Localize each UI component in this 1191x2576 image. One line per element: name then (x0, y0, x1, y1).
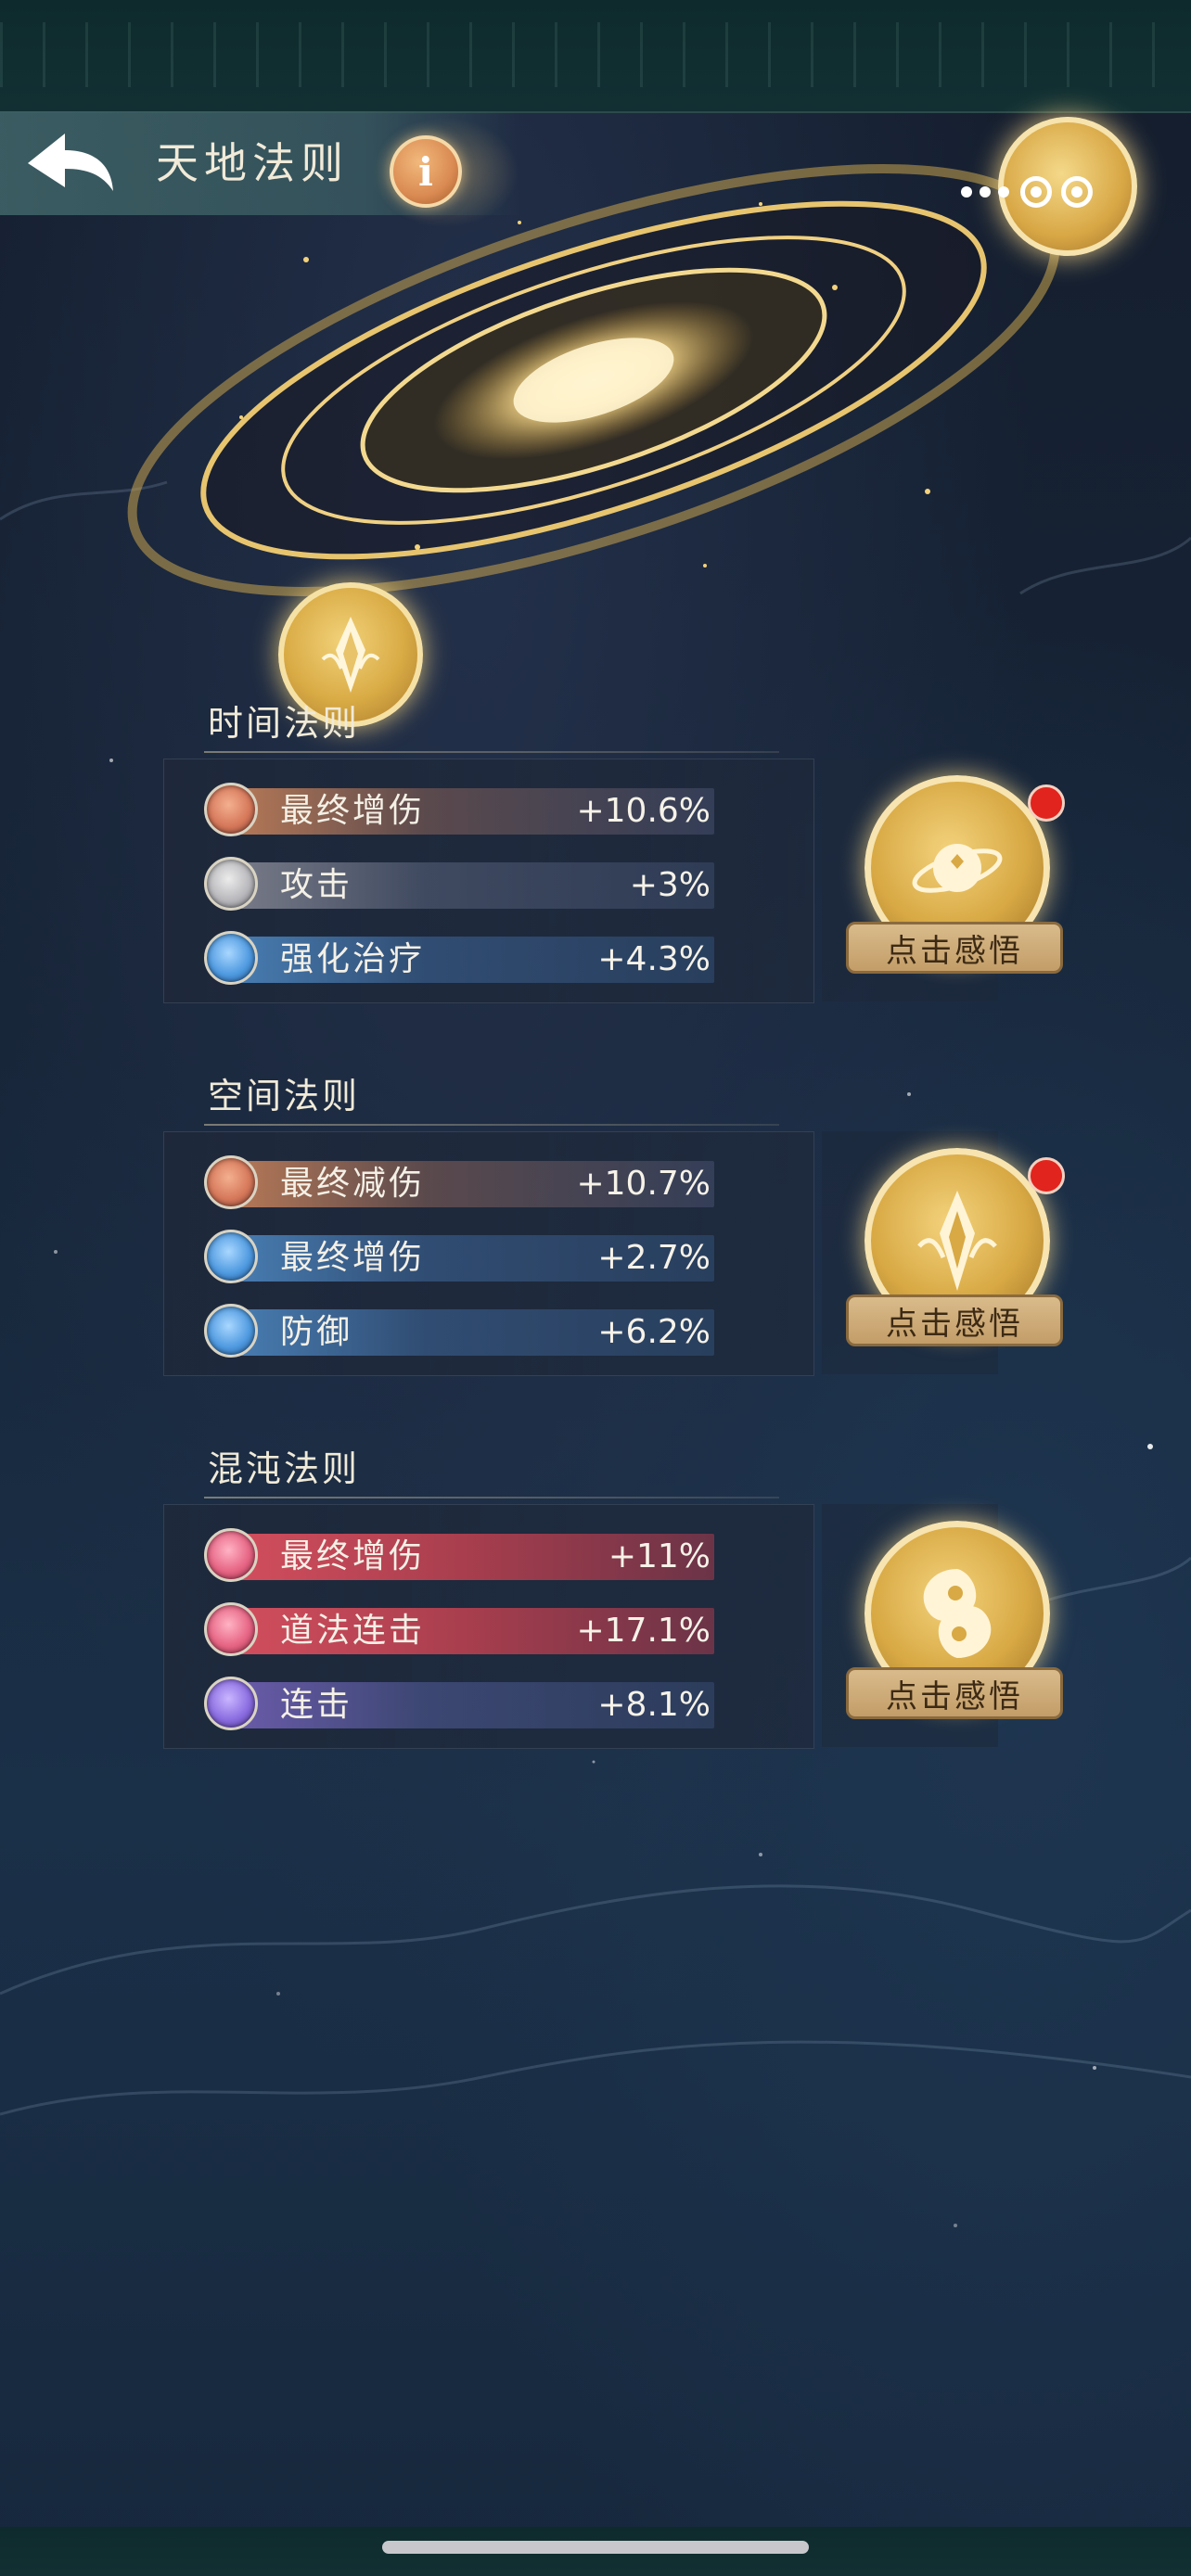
stat-value: +3% (629, 866, 711, 904)
decorative-pattern (0, 22, 1191, 87)
back-arrow-icon (28, 134, 113, 191)
crystal-icon (321, 617, 380, 693)
more-dot-icon (961, 186, 972, 198)
stat-name: 最终增伤 (280, 1537, 426, 1575)
stat-orb-icon (204, 857, 258, 911)
comprehend-button[interactable]: 点击感悟 (846, 1148, 1069, 1371)
stat-row: 强化治疗 +4.3% (204, 931, 724, 987)
stat-orb-icon (204, 1304, 258, 1358)
stat-value: +4.3% (597, 940, 711, 978)
comprehend-button[interactable]: 点击感悟 (846, 1521, 1069, 1743)
stat-value: +11% (608, 1537, 711, 1575)
stat-row: 连击 +8.1% (204, 1677, 724, 1732)
stat-name: 强化治疗 (280, 940, 426, 978)
notification-dot (1028, 1157, 1065, 1194)
stat-value: +2.7% (597, 1239, 711, 1277)
comprehend-label[interactable]: 点击感悟 (846, 1294, 1063, 1346)
stat-orb-icon (204, 1528, 258, 1582)
stat-row: 攻击 +3% (204, 857, 724, 912)
stat-name: 道法连击 (280, 1612, 426, 1650)
stat-name: 连击 (280, 1686, 353, 1724)
law-title: 混沌法则 (208, 1448, 361, 1489)
comprehend-label[interactable]: 点击感悟 (846, 922, 1063, 974)
crystal-icon (917, 1191, 997, 1291)
law-section-time: 时间法则 最终增伤 +10.6% 攻击 +3% 强化治疗 +4.3% 点击感悟 (163, 695, 1113, 1003)
stat-name: 攻击 (280, 866, 353, 904)
status-strip (0, 0, 1191, 113)
stat-value: +6.2% (597, 1313, 711, 1351)
planet-icon (912, 844, 1003, 893)
stat-orb-icon (204, 1602, 258, 1656)
notification-dot (1028, 784, 1065, 822)
stat-value: +10.6% (576, 792, 711, 830)
info-button[interactable]: i (390, 135, 462, 208)
stat-value: +17.1% (576, 1612, 711, 1650)
stat-value: +10.7% (576, 1165, 711, 1203)
stat-orb-icon (204, 931, 258, 985)
page-title: 天地法则 (156, 138, 349, 188)
title-divider (204, 751, 779, 753)
info-icon: i (418, 148, 433, 195)
stat-row: 最终增伤 +2.7% (204, 1230, 724, 1285)
more-dot-icon (998, 186, 1009, 198)
target-icon (1020, 176, 1052, 208)
law-title: 空间法则 (208, 1076, 361, 1116)
comprehend-button[interactable]: 点击感悟 (846, 775, 1069, 998)
yin-yang-icon (923, 1569, 992, 1658)
stat-value: +8.1% (597, 1686, 711, 1724)
stat-orb-icon (204, 1155, 258, 1209)
back-button[interactable] (20, 126, 122, 200)
stat-orb-icon (204, 1677, 258, 1730)
title-divider (204, 1124, 779, 1126)
stat-row: 最终减伤 +10.7% (204, 1155, 724, 1211)
stat-row: 防御 +6.2% (204, 1304, 724, 1359)
stat-name: 防御 (280, 1313, 353, 1351)
more-button[interactable] (961, 159, 1137, 224)
stat-row: 最终增伤 +11% (204, 1528, 724, 1584)
law-section-chaos: 混沌法则 最终增伤 +11% 道法连击 +17.1% 连击 +8.1% 点击感悟 (163, 1441, 1113, 1749)
stat-row: 最终增伤 +10.6% (204, 783, 724, 838)
stat-row: 道法连击 +17.1% (204, 1602, 724, 1658)
more-dot-icon (980, 186, 991, 198)
stat-name: 最终增伤 (280, 1239, 426, 1277)
home-indicator[interactable] (382, 2541, 809, 2554)
stat-orb-icon (204, 1230, 258, 1283)
stat-name: 最终减伤 (280, 1165, 426, 1203)
law-title: 时间法则 (208, 703, 361, 744)
title-divider (204, 1497, 779, 1498)
stat-orb-icon (204, 783, 258, 836)
law-section-space: 空间法则 最终减伤 +10.7% 最终增伤 +2.7% 防御 +6.2% 点击感… (163, 1068, 1113, 1376)
comprehend-label[interactable]: 点击感悟 (846, 1667, 1063, 1719)
stat-name: 最终增伤 (280, 792, 426, 830)
close-circle-icon (1061, 176, 1093, 208)
